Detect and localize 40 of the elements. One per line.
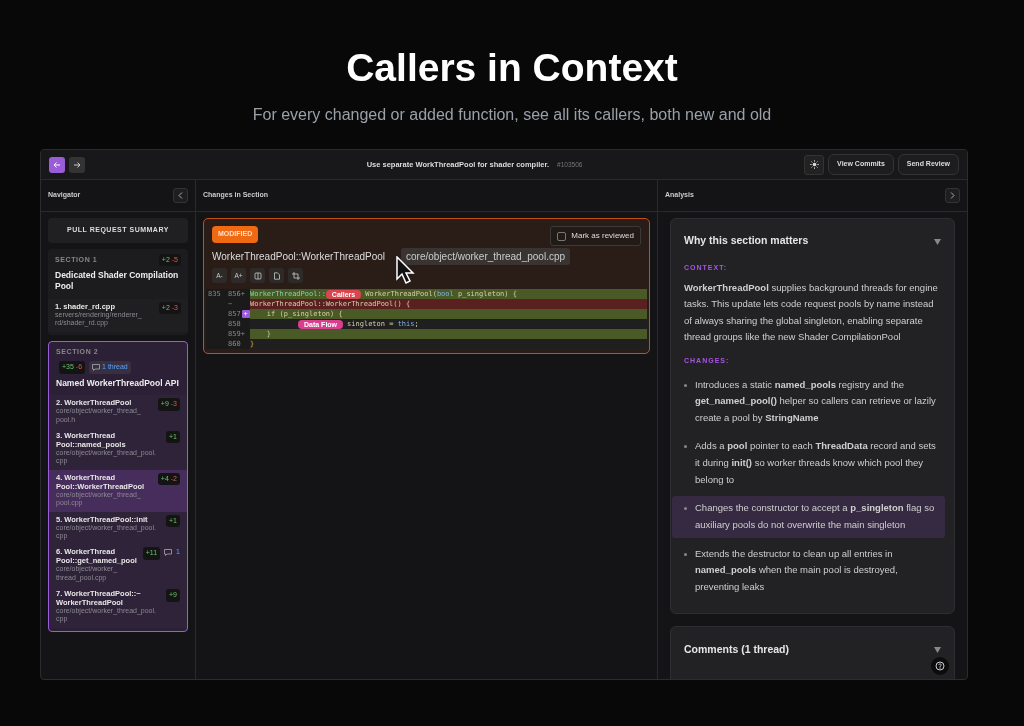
change-item: Changes the constructor to accept a p_singleton flag so auxiliary pools do not overwrite the main singleton <box>695 501 936 532</box>
page-title: Callers in Context <box>345 45 679 87</box>
collapse-button[interactable] <box>173 188 188 203</box>
file-path: core/object/worker_thread_pool.cpp <box>401 248 571 265</box>
chevron-left-icon <box>178 192 183 199</box>
change-item: Extends the destructor to clean up all entries in named_pools when the main pool is destroyed, preventing leaks <box>695 546 899 594</box>
toolbar-button[interactable] <box>288 268 303 283</box>
sun-icon <box>809 160 819 169</box>
change-item: Introduces a static named_pools registry and the get_named_pool() helper so callers can retrieve or lazily create a pool by StringName <box>695 377 937 425</box>
file-icon <box>272 271 281 280</box>
right-arrow-icon <box>73 160 81 169</box>
help-icon <box>935 661 945 671</box>
expand-button[interactable] <box>945 188 960 203</box>
bullet-icon <box>684 383 687 387</box>
caret-icon[interactable] <box>934 647 941 654</box>
caret-icon[interactable] <box>934 238 941 245</box>
section-title: Dedicated Shader Compilation Pool <box>54 270 180 293</box>
toolbar-button[interactable] <box>250 268 265 283</box>
back-button[interactable] <box>49 156 65 173</box>
bullet-icon <box>684 552 687 556</box>
bullet-icon <box>684 445 687 449</box>
theme-toggle-button[interactable] <box>804 154 825 175</box>
chevron-right-icon <box>950 192 955 199</box>
left-arrow-icon <box>53 160 61 169</box>
toolbar-button[interactable] <box>269 268 284 283</box>
section-card[interactable] <box>48 340 188 632</box>
function-name: WorkerThreadPool::WorkerThreadPool <box>212 250 386 264</box>
crop-icon <box>291 271 300 280</box>
card-title: Why this section matters <box>684 233 809 249</box>
forward-button[interactable] <box>69 156 85 173</box>
card-title: Comments (1 thread) <box>684 641 789 657</box>
page-subtitle: For every changed or added function, see all its callers, both new and old <box>251 105 773 125</box>
section-title: Named WorkerThreadPool API <box>55 377 180 390</box>
context-paragraph: WorkerThreadPool supplies background threads for engine tasks. This update lets code request pools by name instead of always sharing the global singleton, enabling separate thread groups like the new Shader CompilationPool <box>684 280 939 345</box>
chat-icon <box>164 549 173 557</box>
mark-reviewed-checkbox[interactable]: Mark as reviewed <box>550 226 641 246</box>
change-item: Adds a pool pointer to each ThreadData record and sets it during init() so worker threads know which pool they belong to <box>695 439 937 487</box>
split-view-icon <box>253 271 262 280</box>
chat-icon <box>92 363 101 371</box>
bullet-icon <box>684 507 687 511</box>
